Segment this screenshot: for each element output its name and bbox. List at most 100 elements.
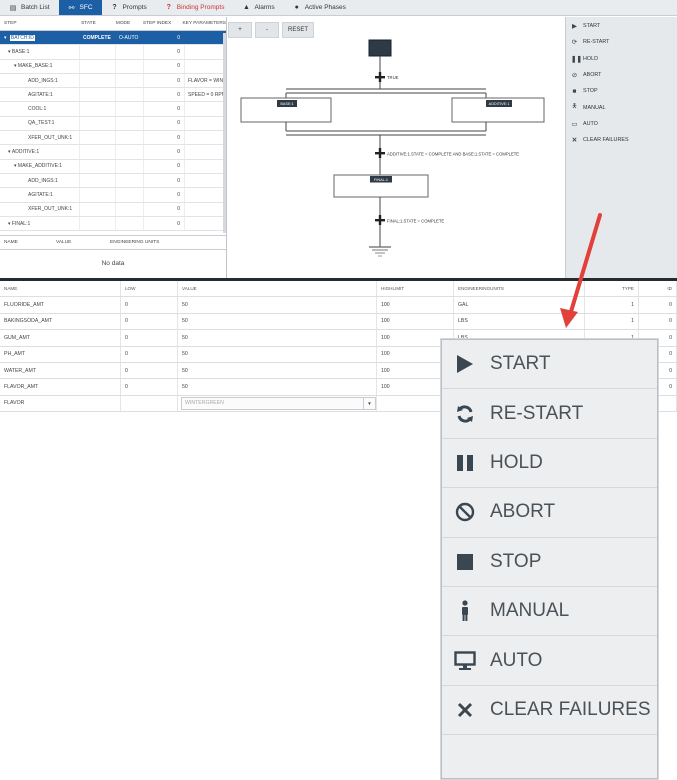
low-cell: 0 (121, 297, 178, 313)
sfc-transition-complete-label: ADDITIVE:1.STATE = COMPLETE AND BASE:1.S… (387, 152, 519, 157)
restart-command[interactable]: ⟳ RE-START (566, 34, 677, 50)
tab-binding-prompts[interactable]: ? Binding Prompts (156, 0, 234, 15)
key-cell (185, 173, 226, 188)
tree-row[interactable]: QA_TEST:1 0 (0, 116, 226, 132)
table-row[interactable]: FLUORIDE_AMT 0 50 100 GAL 1 0 (0, 297, 677, 314)
step-cell: AGITATE:1 (0, 188, 80, 202)
step-cell: ▾ BATCH:ID (0, 31, 80, 45)
header-state[interactable]: STATE (77, 21, 112, 26)
header-engineering-units[interactable]: ENGINEERINGUNITS (454, 281, 585, 297)
abort-command[interactable]: ⊘ ABORT (566, 67, 677, 83)
value-cell[interactable]: 50 (178, 297, 377, 313)
key-cell (185, 45, 226, 59)
tree-row[interactable]: ▾ MAKE_BASE:1 0 (0, 59, 226, 74)
monitor-icon: ▭ (571, 120, 578, 128)
auto-command-large[interactable]: AUTO (442, 636, 657, 686)
start-command[interactable]: ▶ START (566, 18, 677, 34)
header-name[interactable]: NAME (0, 240, 52, 245)
name-cell: BAKINGSODA_AMT (0, 313, 121, 330)
value-cell[interactable]: 50 (178, 346, 377, 362)
header-high-limit[interactable]: HIGHLIMIT (377, 281, 454, 297)
abort-icon: ⊘ (571, 72, 578, 80)
question-icon: ? (166, 4, 171, 11)
header-step[interactable]: STEP (0, 21, 77, 26)
name-cell: GUM_AMT (0, 330, 121, 346)
header-mode[interactable]: MODE (112, 21, 139, 26)
manual-command[interactable]: 🯅 MANUAL (566, 99, 677, 115)
header-id[interactable]: ID (639, 281, 677, 297)
command-label: START (583, 23, 601, 30)
hold-command[interactable]: ❚❚ HOLD (566, 51, 677, 67)
low-cell (121, 395, 178, 412)
tab-batch-list[interactable]: ▤ Batch List (0, 0, 59, 15)
index-cell: 0 (144, 131, 185, 145)
start-command-large[interactable]: START (442, 340, 657, 390)
abort-command-large[interactable]: ABORT (442, 488, 657, 538)
index-cell: 0 (144, 59, 185, 73)
tab-alarms[interactable]: ▲ Alarms (233, 0, 283, 15)
tab-prompts[interactable]: ? Prompts (102, 0, 156, 15)
table-row[interactable]: BAKINGSODA_AMT 0 50 100 LBS 1 0 (0, 313, 677, 331)
step-name: MAKE_ADDITIVE:1 (17, 163, 63, 170)
command-callout: START RE-START HOLD ABORT STOP MANUAL AU… (441, 339, 658, 779)
zoom-in-button[interactable]: + (228, 22, 252, 38)
hold-command-large[interactable]: HOLD (442, 439, 657, 489)
header-engineering-units[interactable]: ENGINEERING UNITS (106, 240, 226, 245)
stop-command[interactable]: ■ STOP (566, 83, 677, 99)
tree-row[interactable]: AGITATE:1 0 SPEED = 0 RPM (0, 88, 226, 103)
clear-failures-command-large[interactable]: CLEAR FAILURES (442, 686, 657, 736)
tree-row[interactable]: ADD_INGS:1 0 (0, 173, 226, 189)
tab-active-phases[interactable]: ● Active Phases (284, 0, 355, 15)
formula-header: NAME LOW VALUE HIGHLIMIT ENGINEERINGUNIT… (0, 281, 677, 298)
tab-sfc[interactable]: ⚯ SFC (58, 0, 102, 15)
key-cell (185, 188, 226, 202)
chevron-down-icon[interactable]: ▼ (363, 397, 375, 409)
no-data-message: No data (101, 260, 125, 267)
restart-command-large[interactable]: RE-START (442, 389, 657, 439)
sfc-initial-step[interactable] (368, 39, 392, 57)
reset-button[interactable]: RESET (282, 22, 315, 38)
header-key-parameters[interactable]: KEY PARAMETERS (178, 21, 226, 26)
tree-row[interactable]: COOL:1 0 (0, 102, 226, 117)
stop-icon: ■ (572, 87, 577, 95)
step-tree: STEP STATE MODE STEP INDEX KEY PARAMETER… (0, 17, 227, 235)
tree-row[interactable]: ▾ FINAL:1 0 (0, 216, 226, 232)
tree-row[interactable]: ▾ MAKE_ADDITIVE:1 0 (0, 159, 226, 174)
header-low[interactable]: LOW (121, 281, 178, 297)
mode-cell (116, 159, 144, 173)
clear-failures-command[interactable]: ✕ CLEAR FAILURES (566, 132, 677, 148)
question-icon: ? (112, 4, 117, 11)
header-value[interactable]: VALUE (178, 281, 377, 297)
sfc-transition-true-label: TRUE (387, 75, 399, 80)
step-name: BATCH:ID (9, 34, 35, 41)
value-cell[interactable]: 50 (178, 362, 377, 379)
state-cell (80, 131, 116, 145)
header-name[interactable]: NAME (0, 281, 121, 297)
tree-row[interactable]: ▾ BASE:1 0 (0, 45, 226, 60)
manual-command-large[interactable]: MANUAL (442, 587, 657, 637)
stop-command-large[interactable]: STOP (442, 538, 657, 587)
mode-cell (116, 131, 144, 145)
value-cell[interactable]: 50 (178, 379, 377, 395)
sfc-step-final-label: FINAL:1 (374, 178, 388, 182)
tree-row[interactable]: ▾ BATCH:ID COMPLETE O-AUTO 0 (0, 31, 226, 46)
command-label: AUTO (583, 120, 598, 127)
auto-command[interactable]: ▭ AUTO (566, 116, 677, 132)
flavor-select[interactable]: WINTERGREEN ▼ (181, 396, 376, 410)
value-cell[interactable]: 50 (178, 313, 377, 330)
header-type[interactable]: TYPE (585, 281, 639, 297)
low-cell: 0 (121, 346, 178, 362)
tree-row[interactable]: XFER_OUT_UNK:1 0 (0, 202, 226, 217)
step-cell: QA_TEST:1 (0, 116, 80, 131)
header-value[interactable]: VALUE (52, 240, 106, 245)
zoom-out-button[interactable]: - (255, 22, 279, 38)
step-cell: COOL:1 (0, 102, 80, 116)
sfc-canvas[interactable]: TRUE BASE:1 ADDITIVE:1 ADDITIVE:1.STATE … (228, 17, 565, 278)
tree-row[interactable]: XFER_OUT_UNK:1 0 (0, 131, 226, 146)
header-step-index[interactable]: STEP INDEX (139, 21, 179, 26)
tree-row[interactable]: ADD_INGS:1 0 FLAVOR = WIN (0, 73, 226, 89)
value-cell[interactable]: 50 (178, 330, 377, 346)
tree-row[interactable]: ▾ ADDITIVE:1 0 (0, 145, 226, 160)
tree-scrollbar[interactable] (223, 33, 226, 233)
tree-row[interactable]: AGITATE:1 0 (0, 188, 226, 203)
